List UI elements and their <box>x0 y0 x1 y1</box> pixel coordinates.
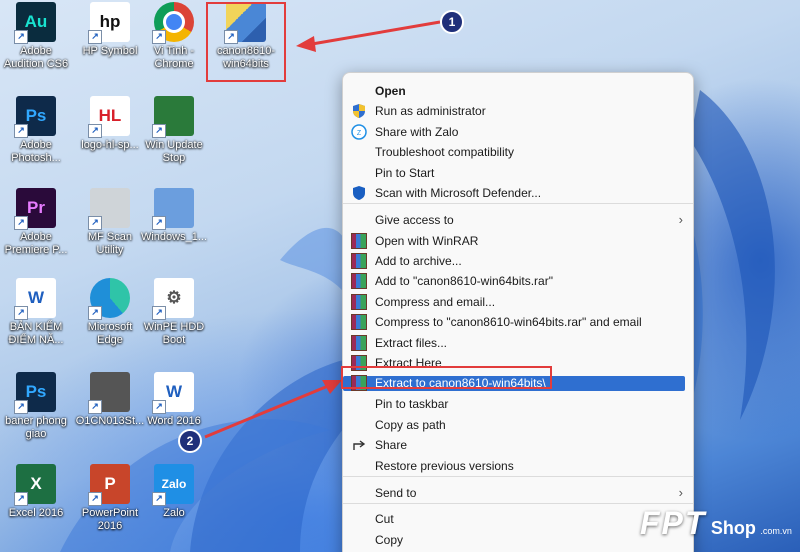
winrar-icon <box>351 233 367 249</box>
menu-item-label: Compress and email... <box>375 295 496 309</box>
menu-item-label: Add to "canon8610-win64bits.rar" <box>375 274 553 288</box>
menu-item-extract-files[interactable]: Extract files... <box>343 333 693 353</box>
winrar-icon <box>351 273 367 289</box>
fpt-shop-watermark: FPT Shop .com.vn <box>640 505 792 542</box>
menu-item-send-to[interactable]: Send to › <box>343 483 693 503</box>
menu-item-share[interactable]: Share <box>343 435 693 455</box>
menu-item-label: Extract files... <box>375 336 448 350</box>
zalo-icon: Z <box>351 124 367 140</box>
menu-item-add-to-archive[interactable]: Add to archive... <box>343 251 693 271</box>
menu-item-label: Pin to taskbar <box>375 397 449 411</box>
share-icon <box>351 437 367 453</box>
desktop-background[interactable]: Au ↗ Adobe Audition CS6 hp ↗ HP Symbol ↗ Vi Tin… <box>0 0 800 552</box>
menu-item-share-with-zalo[interactable]: Z Share with Zalo <box>343 122 693 142</box>
menu-item-compress-and-email[interactable]: Compress and email... <box>343 292 693 312</box>
menu-item-troubleshoot-compatibility[interactable]: Troubleshoot compatibility <box>343 142 693 162</box>
menu-item-run-as-administrator[interactable]: Run as administrator <box>343 101 693 121</box>
menu-item-label: Copy <box>375 533 404 547</box>
defender-shield-icon <box>351 185 367 201</box>
winrar-icon <box>351 253 367 269</box>
menu-item-label: Troubleshoot compatibility <box>375 145 514 159</box>
menu-separator <box>343 203 693 204</box>
menu-item-scan-with-microsoft-defender[interactable]: Scan with Microsoft Defender... <box>343 183 693 203</box>
uac-shield-icon <box>351 103 367 119</box>
context-menu: Open Run as administrator Z Share with Zalo… <box>342 72 694 552</box>
menu-item-label: Send to <box>375 486 417 500</box>
step-2-badge: 2 <box>178 429 202 453</box>
menu-item-label: Add to archive... <box>375 254 462 268</box>
shop-logo-text: Shop <box>710 518 756 538</box>
winrar-icon <box>351 314 367 330</box>
chevron-right-icon: › <box>678 212 683 227</box>
menu-item-pin-to-taskbar[interactable]: Pin to taskbar <box>343 394 693 414</box>
svg-text:Z: Z <box>357 130 362 137</box>
menu-separator <box>343 503 693 504</box>
menu-item-label: Compress to "canon8610-win64bits.rar" an… <box>375 315 642 329</box>
menu-item-label: Open with WinRAR <box>375 234 479 248</box>
menu-separator <box>343 476 693 477</box>
fpt-logo: FPT <box>640 505 707 541</box>
chevron-right-icon: › <box>678 485 683 500</box>
menu-item-label: Pin to Start <box>375 166 435 180</box>
menu-item-open-with-winrar[interactable]: Open with WinRAR <box>343 231 693 251</box>
menu-item-open[interactable]: Open <box>343 81 693 101</box>
menu-item-label: Restore previous versions <box>375 459 514 473</box>
domain-text: .com.vn <box>760 526 792 536</box>
menu-item-label: Open <box>375 84 406 98</box>
menu-item-compress-to-canon8610-win64bits-rar-and-email[interactable]: Compress to "canon8610-win64bits.rar" an… <box>343 312 693 332</box>
step-1-badge: 1 <box>440 10 464 34</box>
menu-item-add-to-canon8610-win64bits-rar[interactable]: Add to "canon8610-win64bits.rar" <box>343 271 693 291</box>
menu-item-label: Scan with Microsoft Defender... <box>375 186 542 200</box>
menu-item-label: Run as administrator <box>375 104 486 118</box>
menu-item-label: Cut <box>375 512 394 526</box>
menu-item-copy-as-path[interactable]: Copy as path <box>343 415 693 435</box>
menu-item-pin-to-start[interactable]: Pin to Start <box>343 163 693 183</box>
menu-item-label: Share with Zalo <box>375 125 459 139</box>
menu-item-give-access-to[interactable]: Give access to › <box>343 210 693 230</box>
extract-to-callout <box>341 366 552 389</box>
menu-item-label: Give access to <box>375 213 454 227</box>
menu-item-label: Share <box>375 438 408 452</box>
menu-item-restore-previous-versions[interactable]: Restore previous versions <box>343 456 693 476</box>
winrar-icon <box>351 294 367 310</box>
winrar-icon <box>351 335 367 351</box>
menu-item-label: Copy as path <box>375 418 446 432</box>
